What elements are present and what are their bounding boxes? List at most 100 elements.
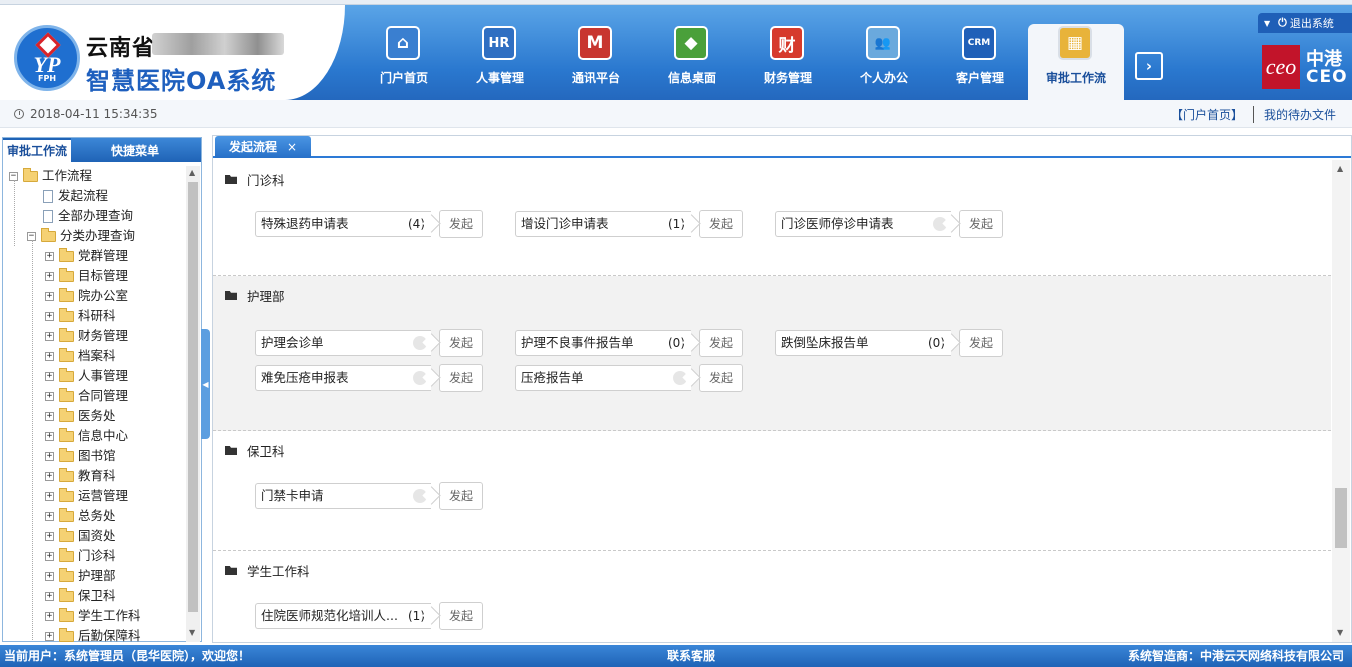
flow-name[interactable]: 跌倒坠床报告单 (0) bbox=[775, 330, 951, 356]
tab-launch-flow-label[interactable]: 发起流程 bbox=[229, 140, 277, 154]
close-icon[interactable]: × bbox=[287, 136, 297, 158]
logout-button[interactable]: ▼ ⏻ 退出系统 bbox=[1258, 13, 1352, 33]
tree-category-8[interactable]: + 医务处 bbox=[45, 406, 116, 426]
expand-icon[interactable]: + bbox=[45, 251, 54, 261]
nav-item-desktop[interactable]: ◆ 信息桌面 bbox=[644, 24, 740, 100]
tree-category-7-label[interactable]: 合同管理 bbox=[78, 386, 128, 406]
expand-icon[interactable]: + bbox=[45, 291, 54, 301]
tree-category-7[interactable]: + 合同管理 bbox=[45, 386, 128, 406]
nav-item-hr[interactable]: HR 人事管理 bbox=[452, 24, 548, 100]
tree-item-0[interactable]: 发起流程 bbox=[43, 186, 108, 206]
portal-home-link[interactable]: 【门户首页】 bbox=[1171, 106, 1254, 123]
tree-category-14[interactable]: + 国资处 bbox=[45, 526, 116, 546]
expand-icon[interactable]: + bbox=[45, 531, 54, 541]
flow-name-text[interactable]: 门禁卡申请 bbox=[261, 488, 324, 503]
flow-name[interactable]: 增设门诊申请表 (1) bbox=[515, 211, 691, 237]
flow-name[interactable]: 难免压疮申报表 bbox=[255, 365, 431, 391]
tree-item-1[interactable]: 全部办理查询 bbox=[43, 206, 133, 226]
expand-icon[interactable]: + bbox=[45, 411, 54, 421]
scroll-down-icon[interactable]: ▼ bbox=[189, 628, 195, 637]
flow-name[interactable]: 压疮报告单 bbox=[515, 365, 691, 391]
flow-name-text[interactable]: 护理会诊单 bbox=[261, 335, 324, 350]
tab-launch-flow[interactable]: 发起流程 × bbox=[215, 136, 311, 158]
flow-name-text[interactable]: 住院医师规范化培训人... bbox=[261, 608, 398, 623]
tree-category-1[interactable]: + 目标管理 bbox=[45, 266, 128, 286]
nav-next-arrow-icon[interactable]: › bbox=[1135, 52, 1163, 80]
home-icon[interactable]: ⌂ bbox=[386, 26, 420, 60]
nav-item-people[interactable]: 👥 个人办公 bbox=[836, 24, 932, 100]
expand-icon[interactable]: + bbox=[45, 451, 54, 461]
caret-down-icon[interactable]: ▼ bbox=[1264, 19, 1270, 28]
expand-icon[interactable]: + bbox=[45, 551, 54, 561]
tree-category-12[interactable]: + 运营管理 bbox=[45, 486, 128, 506]
scroll-up-icon[interactable]: ▲ bbox=[189, 168, 195, 177]
nav-label[interactable]: 信息桌面 bbox=[644, 69, 740, 86]
tree-category-2-label[interactable]: 院办公室 bbox=[78, 286, 128, 306]
tree-category-4-label[interactable]: 财务管理 bbox=[78, 326, 128, 346]
tree-category-11[interactable]: + 教育科 bbox=[45, 466, 116, 486]
launch-button[interactable]: 发起 bbox=[439, 482, 483, 510]
tree-node-category-label[interactable]: 分类办理查询 bbox=[60, 226, 135, 246]
workflow-icon[interactable]: ▦ bbox=[1058, 26, 1092, 60]
expand-icon[interactable]: + bbox=[45, 511, 54, 521]
tree-item-1-label[interactable]: 全部办理查询 bbox=[58, 206, 133, 226]
flow-name-text[interactable]: 跌倒坠床报告单 bbox=[781, 335, 869, 350]
scroll-up-icon[interactable]: ▲ bbox=[1337, 164, 1343, 173]
tree-category-3-label[interactable]: 科研科 bbox=[78, 306, 116, 326]
flow-name[interactable]: 特殊退药申请表 (4) bbox=[255, 211, 431, 237]
tree-category-17[interactable]: + 保卫科 bbox=[45, 586, 116, 606]
expand-icon[interactable]: + bbox=[45, 491, 54, 501]
right-scroll-thumb[interactable] bbox=[1335, 488, 1347, 548]
nav-label[interactable]: 个人办公 bbox=[836, 69, 932, 86]
tree-category-17-label[interactable]: 保卫科 bbox=[78, 586, 116, 606]
launch-button[interactable]: 发起 bbox=[439, 329, 483, 357]
tree-category-1-label[interactable]: 目标管理 bbox=[78, 266, 128, 286]
flow-name[interactable]: 护理不良事件报告单 (0) bbox=[515, 330, 691, 356]
launch-button[interactable]: 发起 bbox=[439, 210, 483, 238]
expand-icon[interactable]: + bbox=[45, 371, 54, 381]
flow-name-text[interactable]: 特殊退药申请表 bbox=[261, 216, 349, 231]
flow-name-text[interactable]: 难免压疮申报表 bbox=[261, 370, 349, 385]
nav-item-mail[interactable]: M 通讯平台 bbox=[548, 24, 644, 100]
tree-category-2[interactable]: + 院办公室 bbox=[45, 286, 128, 306]
launch-button[interactable]: 发起 bbox=[699, 210, 743, 238]
tree-item-0-label[interactable]: 发起流程 bbox=[58, 186, 108, 206]
expand-icon[interactable]: + bbox=[45, 431, 54, 441]
tree-category-9-label[interactable]: 信息中心 bbox=[78, 426, 128, 446]
expand-icon[interactable]: + bbox=[45, 271, 54, 281]
flow-name[interactable]: 门禁卡申请 bbox=[255, 483, 431, 509]
expand-icon[interactable]: + bbox=[45, 331, 54, 341]
people-icon[interactable]: 👥 bbox=[866, 26, 900, 60]
hr-icon[interactable]: HR bbox=[482, 26, 516, 60]
logout-label[interactable]: 退出系统 bbox=[1290, 15, 1334, 31]
todo-files-link[interactable]: 我的待办文件 bbox=[1254, 106, 1336, 123]
launch-button[interactable]: 发起 bbox=[959, 210, 1003, 238]
expand-icon[interactable]: + bbox=[45, 591, 54, 601]
tree-category-13-label[interactable]: 总务处 bbox=[78, 506, 116, 526]
tree-category-15-label[interactable]: 门诊科 bbox=[78, 546, 116, 566]
nav-item-home[interactable]: ⌂ 门户首页 bbox=[356, 24, 452, 100]
finance-icon[interactable]: 财 bbox=[770, 26, 804, 60]
flow-name-text[interactable]: 压疮报告单 bbox=[521, 370, 584, 385]
power-icon[interactable]: ⏻ bbox=[1278, 16, 1287, 30]
expand-icon[interactable]: + bbox=[45, 611, 54, 621]
flow-name-text[interactable]: 护理不良事件报告单 bbox=[521, 335, 634, 350]
tree-category-16-label[interactable]: 护理部 bbox=[78, 566, 116, 586]
nav-item-finance[interactable]: 财财务管理 bbox=[740, 24, 836, 100]
nav-label[interactable]: 通讯平台 bbox=[548, 69, 644, 86]
tree-category-0-label[interactable]: 党群管理 bbox=[78, 246, 128, 266]
tree-category-3[interactable]: + 科研科 bbox=[45, 306, 116, 326]
expand-icon[interactable]: + bbox=[45, 571, 54, 581]
tree-category-19[interactable]: + 后勤保障科 bbox=[45, 626, 141, 642]
launch-button[interactable]: 发起 bbox=[699, 364, 743, 392]
launch-button[interactable]: 发起 bbox=[439, 364, 483, 392]
scroll-down-icon[interactable]: ▼ bbox=[1337, 628, 1343, 637]
launch-button[interactable]: 发起 bbox=[699, 329, 743, 357]
expand-icon[interactable]: + bbox=[45, 471, 54, 481]
flow-name-text[interactable]: 增设门诊申请表 bbox=[521, 216, 609, 231]
tree-category-4[interactable]: + 财务管理 bbox=[45, 326, 128, 346]
tree-category-11-label[interactable]: 教育科 bbox=[78, 466, 116, 486]
tree-category-6[interactable]: + 人事管理 bbox=[45, 366, 128, 386]
tree-category-0[interactable]: + 党群管理 bbox=[45, 246, 128, 266]
right-scrollbar[interactable]: ▲ ▼ bbox=[1332, 160, 1350, 642]
